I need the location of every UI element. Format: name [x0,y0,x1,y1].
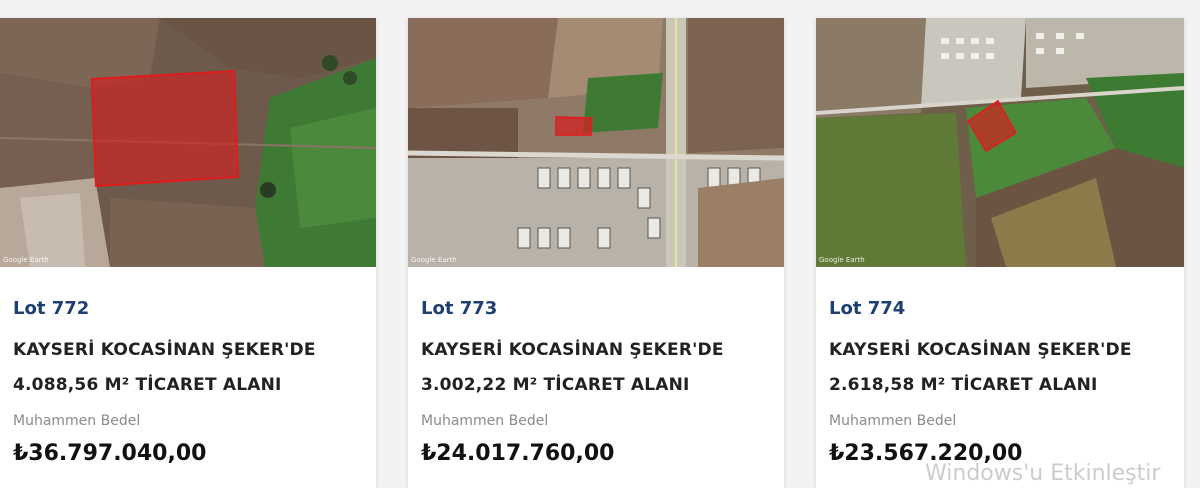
lot-number[interactable]: Lot 774 [829,298,1171,319]
price-value: ₺24.017.760,00 [421,441,615,466]
lot-number[interactable]: Lot 772 [13,298,363,319]
satellite-image: Google Earth [0,18,376,267]
lot-title-line2: 3.002,22 M² TİCARET ALANI [421,375,690,395]
lot-grid: Google Earth Lot 772 KAYSERİ KOCASİNAN Ş… [0,0,1200,488]
lot-title[interactable]: KAYSERİ KOCASİNAN ŞEKER'DE 3.002,22 M² T… [421,333,771,403]
price-label: Muhammen Bedel [13,413,141,429]
image-credit: Google Earth [819,256,865,264]
lot-title-line2: 2.618,58 M² TİCARET ALANI [829,375,1098,395]
lot-card-774[interactable]: Google Earth Lot 774 KAYSERİ KOCASİNAN Ş… [816,18,1184,488]
lot-title-line1: KAYSERİ KOCASİNAN ŞEKER'DE [829,340,1132,360]
lot-card-773[interactable]: Google Earth Lot 773 KAYSERİ KOCASİNAN Ş… [408,18,784,488]
lot-number[interactable]: Lot 773 [421,298,771,319]
lot-title-line2: 4.088,56 M² TİCARET ALANI [13,375,282,395]
price-value: ₺23.567.220,00 [829,441,1023,466]
lot-title[interactable]: KAYSERİ KOCASİNAN ŞEKER'DE 2.618,58 M² T… [829,333,1171,403]
satellite-image: Google Earth [816,18,1184,267]
lot-card-772[interactable]: Google Earth Lot 772 KAYSERİ KOCASİNAN Ş… [0,18,376,488]
lot-title[interactable]: KAYSERİ KOCASİNAN ŞEKER'DE 4.088,56 M² T… [13,333,363,403]
lot-title-line1: KAYSERİ KOCASİNAN ŞEKER'DE [421,340,724,360]
image-credit: Google Earth [411,256,457,264]
price-label: Muhammen Bedel [421,413,549,429]
lot-title-line1: KAYSERİ KOCASİNAN ŞEKER'DE [13,340,316,360]
price-label: Muhammen Bedel [829,413,957,429]
satellite-image: Google Earth [408,18,784,267]
image-credit: Google Earth [3,256,49,264]
price-value: ₺36.797.040,00 [13,441,207,466]
